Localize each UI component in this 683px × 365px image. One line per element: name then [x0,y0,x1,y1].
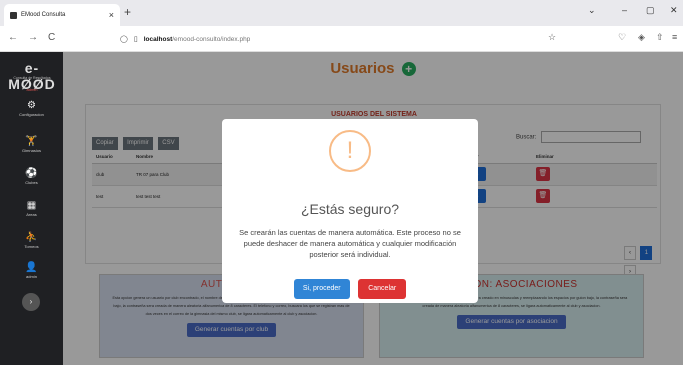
confirm-button[interactable]: Si, proceder [293,279,350,299]
grid-icon: ▦ [26,200,37,211]
forward-button[interactable]: → [28,32,38,43]
cancel-button[interactable]: Cancelar [358,279,407,299]
gym-icon: 🏋 [25,136,38,147]
sidebar-item-clubes[interactable]: ⚽ Clubes [0,168,63,185]
gear-icon: ⚙ [27,100,36,111]
sidebar-item-admin[interactable]: 👤 admin [0,262,63,279]
admin-tag: admin [26,87,38,92]
extensions-icon[interactable]: ◈ [638,32,645,43]
confirm-dialog: ! ¿Estás seguro? Se crearán las cuentas … [222,119,478,303]
tab-close-icon[interactable]: × [109,10,114,20]
sidebar-item-areas[interactable]: ▦ Areas [0,200,63,217]
reload-button[interactable]: C [48,32,55,43]
sidebar-item-label: Areas [26,212,37,217]
sidebar-item-gimnasios[interactable]: 🏋 Gimnasios [0,136,63,153]
dialog-buttons: Si, proceder Cancelar [222,277,478,299]
close-window-button[interactable]: ✕ [670,5,678,16]
tournament-icon: ⛹ [25,232,38,243]
tab-title: EMood Consulta [21,12,66,18]
tab-bar: EMood Consulta × + ⌄ – ▢ ✕ [0,0,683,26]
sidebar-item-configuracion[interactable]: ⚙ Configuracion [0,100,63,117]
minimize-button[interactable]: – [622,5,627,15]
browser-chrome: EMood Consulta × + ⌄ – ▢ ✕ ← → C ◯ ▯ loc… [0,0,683,52]
sidebar-item-label: Configuracion [19,112,44,117]
url-path: /emood-consulto/index.php [172,35,251,43]
maximize-button[interactable]: ▢ [646,5,655,16]
new-tab-button[interactable]: + [124,5,131,19]
sidebar: e-MØØD Consulta de Resultados admin ⚙ Co… [0,52,63,365]
sidebar-item-label: Gimnasios [22,148,41,153]
share-icon[interactable]: ⇧ [656,32,664,43]
sidebar-item-label: admin [26,274,37,279]
pocket-icon[interactable]: ♡ [618,32,626,43]
sidebar-item-label: Clubes [25,180,38,185]
sidebar-toggle-button[interactable]: › [22,293,40,311]
bookmark-star-icon[interactable]: ☆ [548,32,556,43]
shield-icon: ◯ [120,36,128,43]
favicon-icon [10,11,17,19]
dialog-message: Se crearán las cuentas de manera automát… [239,228,461,259]
sidebar-item-torneos[interactable]: ⛹ Torneos [0,232,63,249]
page-icon: ▯ [133,36,138,43]
dialog-title: ¿Estás seguro? [300,201,400,217]
tab-list-icon[interactable]: ⌄ [588,5,596,16]
address-bar[interactable]: ◯ ▯ localhost /emood-consulto/index.php [120,31,570,47]
user-icon: 👤 [25,262,38,273]
menu-icon[interactable]: ≡ [672,32,677,42]
back-button[interactable]: ← [8,32,18,43]
nav-bar: ← → C ◯ ▯ localhost /emood-consulto/inde… [0,26,683,52]
browser-tab[interactable]: EMood Consulta × [4,4,120,26]
logo-subtitle: Consulta de Resultados [13,76,51,80]
sidebar-item-label: Torneos [24,244,39,249]
url-host: localhost [143,35,173,43]
club-icon: ⚽ [25,168,38,179]
warning-icon: ! [329,130,371,172]
